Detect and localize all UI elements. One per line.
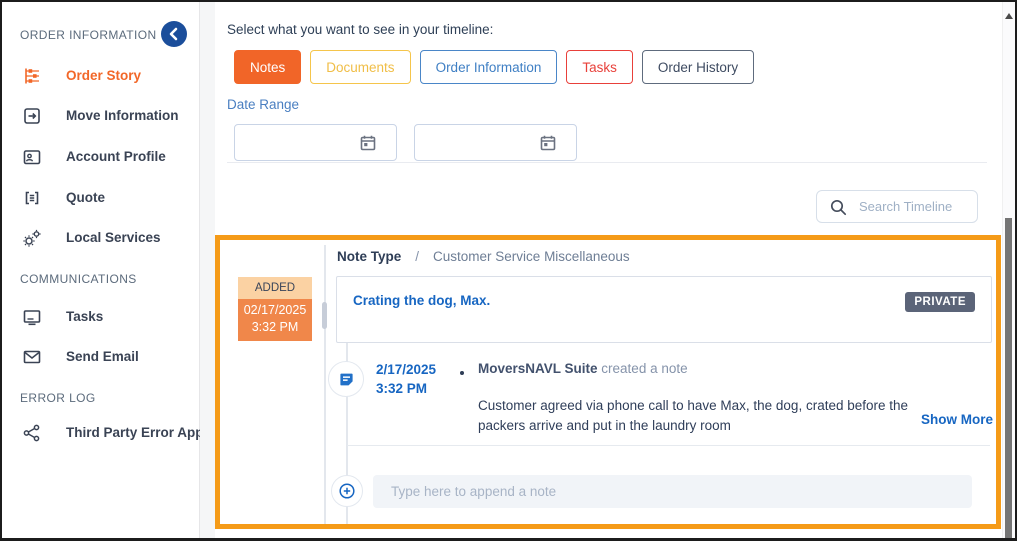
scrollbar-thumb[interactable]	[1005, 218, 1012, 538]
section-divider	[227, 162, 987, 163]
search-timeline-input[interactable]	[857, 198, 977, 215]
timeline-rail	[324, 245, 326, 524]
sidebar-item-label: Send Email	[66, 349, 139, 364]
status-time-text: 3:32 PM	[238, 319, 312, 336]
app-window: ORDER INFORMATION Order Story	[0, 0, 1017, 541]
note-type-label: Note Type	[337, 249, 401, 264]
filter-notes-button[interactable]: Notes	[234, 50, 301, 84]
send-email-icon	[22, 347, 42, 367]
note-type-value: Customer Service Miscellaneous	[433, 249, 630, 264]
sidebar-item-label: Move Information	[66, 108, 179, 123]
sidebar-item-label: Account Profile	[66, 149, 166, 164]
event-author: MoversNAVL Suite	[478, 361, 598, 376]
sidebar-section-order-information: ORDER INFORMATION	[20, 28, 157, 42]
search-icon	[829, 198, 847, 216]
search-timeline-box[interactable]	[816, 190, 978, 223]
timeline-filter-buttons: Notes Documents Order Information Tasks …	[234, 50, 754, 84]
event-action-text: created a note	[601, 361, 687, 376]
note-title-card[interactable]: Crating the dog, Max. PRIVATE	[336, 276, 992, 343]
sidebar-item-label: Third Party Error App	[66, 425, 204, 440]
status-added-label: ADDED	[238, 277, 312, 299]
third-party-error-icon	[22, 423, 42, 443]
sidebar-item-order-story[interactable]: Order Story	[2, 62, 199, 90]
status-badge: ADDED 02/17/2025 3:32 PM	[238, 277, 312, 341]
move-information-icon	[22, 106, 42, 126]
chevron-left-icon	[161, 21, 187, 47]
plus-icon	[338, 482, 356, 500]
sidebar-item-quote[interactable]: Quote	[2, 184, 199, 212]
date-range-label: Date Range	[227, 97, 299, 112]
scrollbar-up-arrow[interactable]	[1005, 13, 1013, 19]
filter-tasks-button[interactable]: Tasks	[566, 50, 633, 84]
timeline-scroll-indicator	[322, 302, 327, 329]
sidebar-item-account-profile[interactable]: Account Profile	[2, 143, 199, 171]
bullet-dot	[460, 371, 464, 375]
sidebar-section-communications: COMMUNICATIONS	[20, 272, 137, 286]
filter-order-information-button[interactable]: Order Information	[420, 50, 558, 84]
sidebar-gutter	[200, 2, 215, 538]
note-event-marker	[328, 361, 364, 397]
calendar-icon[interactable]	[538, 133, 558, 158]
note-icon	[338, 371, 355, 388]
append-note-button[interactable]	[331, 475, 363, 507]
sidebar-section-error-log: ERROR LOG	[20, 391, 96, 405]
append-note-input[interactable]	[373, 475, 972, 508]
event-date: 2/17/2025	[376, 360, 436, 379]
tasks-icon	[22, 307, 42, 327]
timeline-prompt: Select what you want to see in your time…	[227, 22, 493, 37]
sidebar-item-label: Local Services	[66, 230, 161, 245]
sidebar-item-label: Order Story	[66, 68, 141, 83]
scrollbar[interactable]	[1002, 2, 1015, 538]
sidebar-item-third-party-error-app[interactable]: Third Party Error App	[2, 419, 199, 447]
sidebar: ORDER INFORMATION Order Story	[2, 2, 200, 538]
note-divider	[347, 445, 990, 446]
filter-documents-button[interactable]: Documents	[310, 50, 410, 84]
sidebar-item-send-email[interactable]: Send Email	[2, 343, 199, 371]
event-author-line: MoversNAVL Suite created a note	[478, 361, 688, 376]
private-badge: PRIVATE	[905, 292, 975, 312]
order-story-icon	[22, 66, 42, 86]
sidebar-item-tasks[interactable]: Tasks	[2, 303, 199, 331]
date-to-field[interactable]	[414, 124, 577, 161]
status-date-text: 02/17/2025	[238, 302, 312, 319]
date-to-input[interactable]	[415, 125, 555, 160]
sidebar-collapse-button[interactable]	[161, 21, 187, 47]
account-profile-icon	[22, 147, 42, 167]
note-title[interactable]: Crating the dog, Max.	[353, 293, 490, 308]
event-datetime: 2/17/2025 3:32 PM	[376, 360, 436, 398]
event-time: 3:32 PM	[376, 379, 436, 398]
sidebar-item-label: Tasks	[66, 309, 103, 324]
quote-icon	[22, 188, 42, 208]
sidebar-item-move-information[interactable]: Move Information	[2, 102, 199, 130]
note-type-separator: /	[415, 249, 419, 264]
note-body-text: Customer agreed via phone call to have M…	[478, 396, 930, 436]
local-services-icon	[22, 228, 42, 248]
note-entry-highlight: ADDED 02/17/2025 3:32 PM Note Type / Cus…	[215, 235, 1001, 529]
sidebar-item-label: Quote	[66, 190, 105, 205]
filter-order-history-button[interactable]: Order History	[642, 50, 754, 84]
show-more-link[interactable]: Show More	[921, 412, 993, 427]
date-from-input[interactable]	[235, 125, 375, 160]
sidebar-item-local-services[interactable]: Local Services	[2, 224, 199, 252]
status-datetime: 02/17/2025 3:32 PM	[238, 299, 312, 341]
date-from-field[interactable]	[234, 124, 397, 161]
note-type-header: Note Type / Customer Service Miscellaneo…	[337, 249, 630, 264]
calendar-icon[interactable]	[358, 133, 378, 158]
